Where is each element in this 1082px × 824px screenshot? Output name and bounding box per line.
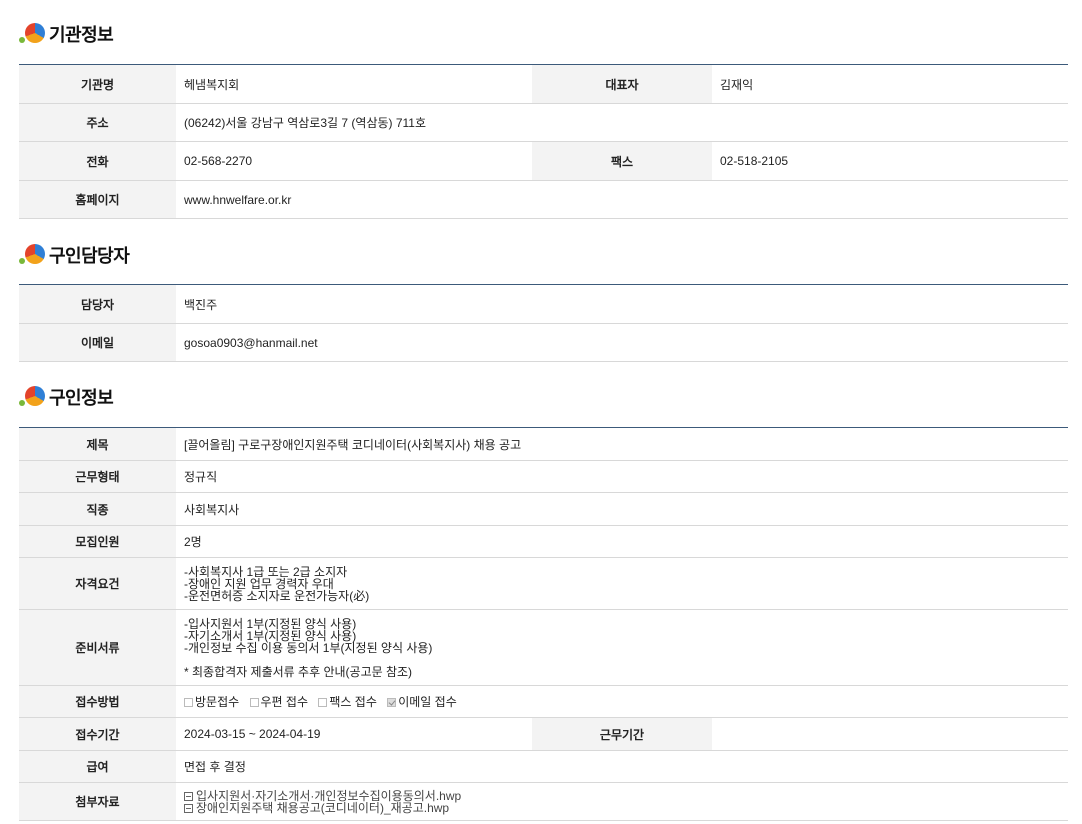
docs-line: -자기소개서 1부(지정된 양식 사용) bbox=[184, 628, 357, 643]
file-icon bbox=[184, 791, 193, 801]
method-label: 접수방법 bbox=[19, 685, 176, 718]
org-name-value: 헤냄복지회 bbox=[176, 64, 532, 104]
subject-label: 제목 bbox=[19, 427, 176, 461]
checkbox-icon bbox=[184, 698, 193, 707]
contact-section-header: 구인담당자 bbox=[19, 242, 130, 268]
section-logo-icon bbox=[19, 21, 47, 47]
attachment-link[interactable]: 장애인지원주택 채용공고(코디네이터)_재공고.hwp bbox=[184, 802, 1068, 814]
org-info-table: 기관명 헤냄복지회 대표자 김재익 주소 (06242)서울 강남구 역삼로3길… bbox=[19, 64, 1068, 219]
work-period-label: 근무기간 bbox=[532, 717, 712, 751]
attach-label: 첨부자료 bbox=[19, 782, 176, 821]
method-post: 우편 접수 bbox=[249, 695, 308, 709]
qual-line: -장애인 지원 업무 경력자 우대 bbox=[184, 576, 334, 591]
job-section-title: 구인정보 bbox=[49, 388, 114, 408]
person-label: 담당자 bbox=[19, 284, 176, 324]
file-icon bbox=[184, 803, 193, 813]
contact-table: 담당자 백진주 이메일 gosoa0903@hanmail.net bbox=[19, 284, 1068, 362]
salary-value: 면접 후 결정 bbox=[176, 750, 1068, 783]
method-value: 방문접수 우편 접수 팩스 접수 이메일 접수 bbox=[176, 685, 1068, 718]
tel-label: 전화 bbox=[19, 141, 176, 181]
work-period-value bbox=[712, 717, 1068, 751]
checkbox-icon bbox=[318, 698, 328, 707]
period-value: 2024-03-15 ~ 2024-04-19 bbox=[176, 717, 532, 751]
addr-label: 주소 bbox=[19, 103, 176, 142]
email-value[interactable]: gosoa0903@hanmail.net bbox=[176, 323, 1068, 362]
qual-value: -사회복지사 1급 또는 2급 소지자 -장애인 지원 업무 경력자 우대 -운… bbox=[176, 557, 1068, 610]
salary-label: 급여 bbox=[19, 750, 176, 783]
qual-line: -사회복지사 1급 또는 2급 소지자 bbox=[184, 564, 348, 579]
person-value: 백진주 bbox=[176, 284, 1068, 324]
docs-line: -입사지원서 1부(지정된 양식 사용) bbox=[184, 616, 357, 631]
section-logo-icon bbox=[19, 384, 47, 410]
checkbox-icon bbox=[249, 698, 259, 707]
web-value[interactable]: www.hnwelfare.or.kr bbox=[176, 180, 1068, 219]
type-value: 정규직 bbox=[176, 460, 1068, 493]
attach-value: 입사지원서·자기소개서·개인정보수집이용동의서.hwp 장애인지원주택 채용공고… bbox=[176, 782, 1068, 821]
subject-value: [끌어올림] 구로구장애인지원주택 코디네이터(사회복지사) 채용 공고 bbox=[176, 427, 1068, 461]
type-label: 근무형태 bbox=[19, 460, 176, 493]
period-label: 접수기간 bbox=[19, 717, 176, 751]
org-section-title: 기관정보 bbox=[49, 25, 114, 45]
count-label: 모집인원 bbox=[19, 525, 176, 558]
email-label: 이메일 bbox=[19, 323, 176, 362]
qual-label: 자격요건 bbox=[19, 557, 176, 610]
fax-label: 팩스 bbox=[532, 141, 712, 181]
job-table: 제목 [끌어올림] 구로구장애인지원주택 코디네이터(사회복지사) 채용 공고 … bbox=[19, 427, 1068, 821]
docs-value: -입사지원서 1부(지정된 양식 사용) -자기소개서 1부(지정된 양식 사용… bbox=[176, 609, 1068, 686]
rep-value: 김재익 bbox=[712, 64, 1068, 104]
docs-note: * 최종합격자 제출서류 추후 안내(공고문 참조) bbox=[184, 664, 413, 679]
method-email: 이메일 접수 bbox=[387, 695, 457, 709]
category-value: 사회복지사 bbox=[176, 492, 1068, 526]
addr-value: (06242)서울 강남구 역삼로3길 7 (역삼동) 711호 bbox=[176, 103, 1068, 142]
web-label: 홈페이지 bbox=[19, 180, 176, 219]
section-logo-icon bbox=[19, 242, 47, 268]
org-name-label: 기관명 bbox=[19, 64, 176, 104]
method-fax: 팩스 접수 bbox=[318, 695, 377, 709]
checkbox-checked-icon bbox=[387, 698, 397, 707]
category-label: 직종 bbox=[19, 492, 176, 526]
qual-line: -운전면허증 소지자로 운전가능자(必) bbox=[184, 588, 370, 603]
docs-line: -개인정보 수집 이용 동의서 1부(지정된 양식 사용) bbox=[184, 640, 433, 655]
tel-value: 02-568-2270 bbox=[176, 141, 532, 181]
rep-label: 대표자 bbox=[532, 64, 712, 104]
method-visit: 방문접수 bbox=[184, 695, 239, 709]
docs-label: 준비서류 bbox=[19, 609, 176, 686]
fax-value: 02-518-2105 bbox=[712, 141, 1068, 181]
job-section-header: 구인정보 bbox=[19, 384, 114, 410]
contact-section-title: 구인담당자 bbox=[49, 246, 130, 266]
org-section-header: 기관정보 bbox=[19, 21, 114, 47]
count-value: 2명 bbox=[176, 525, 1068, 558]
